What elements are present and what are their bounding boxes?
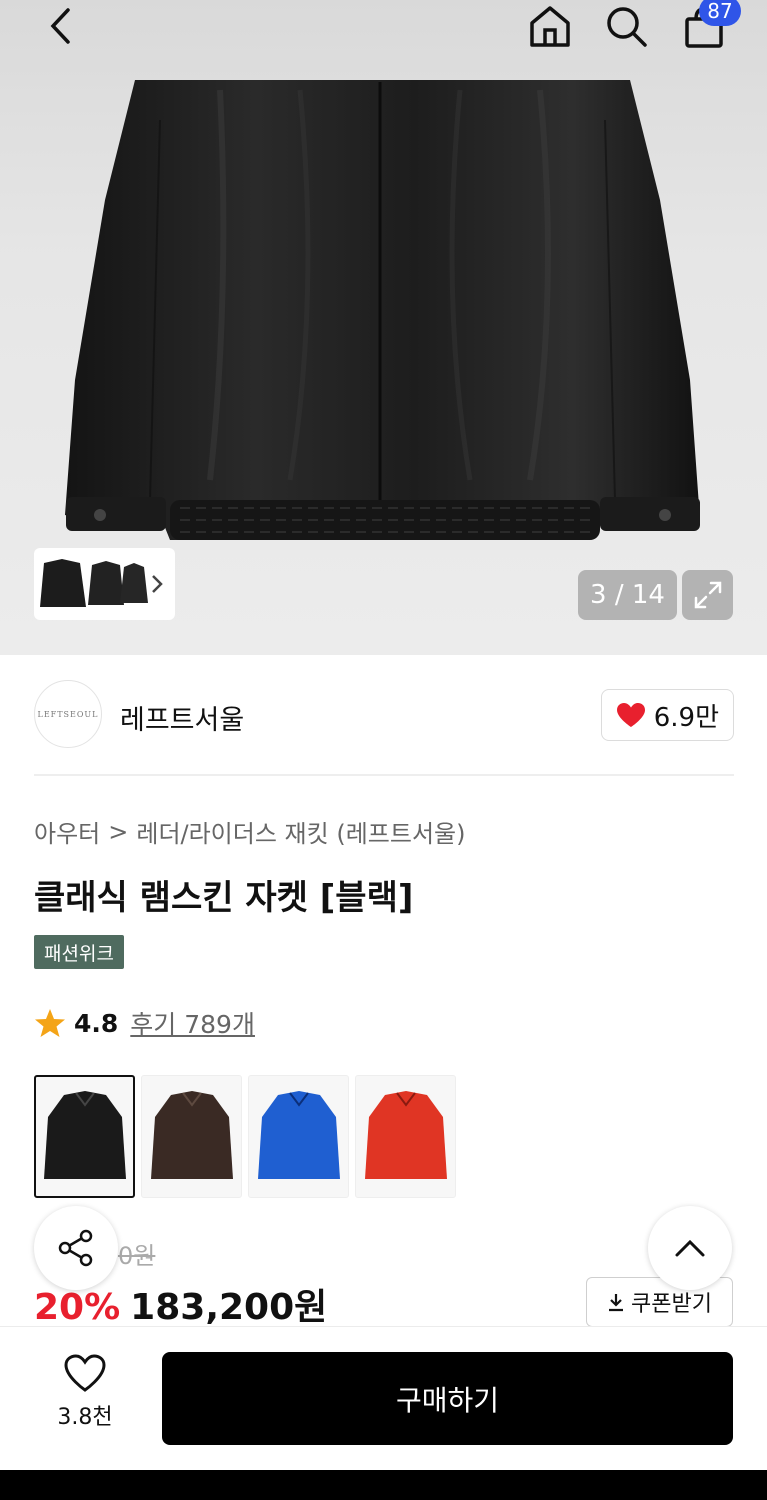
breadcrumb-category[interactable]: 아우터 xyxy=(34,814,100,849)
product-title: 클래식 램스킨 자켓 [블랙] xyxy=(34,878,414,918)
swatch-blue[interactable] xyxy=(248,1075,349,1198)
jacket-brown-thumbnail xyxy=(150,1090,233,1179)
expand-icon xyxy=(694,581,721,609)
rating-row: 4.8 후기 789개 xyxy=(34,1005,255,1041)
bottom-action-bar: 3.8천 구매하기 xyxy=(0,1326,767,1470)
heart-filled-icon xyxy=(616,703,645,727)
jacket-black-thumbnail xyxy=(43,1090,126,1179)
share-icon xyxy=(58,1229,93,1267)
discount-rate: 20% xyxy=(34,1287,121,1328)
chevron-left-icon xyxy=(50,8,70,44)
review-count-link[interactable]: 후기 789개 xyxy=(130,1005,255,1041)
brand-name[interactable]: 레프트서울 xyxy=(120,698,244,737)
brand-like-count: 6.9만 xyxy=(653,702,719,733)
breadcrumb-subcategory[interactable]: 레더/라이더스 재킷 (레프트서울) xyxy=(136,814,465,849)
cart-count-badge: 87 xyxy=(699,0,741,26)
back-button[interactable] xyxy=(40,4,80,48)
sale-price: 183,200원 xyxy=(130,1287,328,1328)
download-icon xyxy=(609,1294,624,1312)
swatch-black[interactable] xyxy=(34,1075,135,1198)
original-price: 0원 xyxy=(118,1242,156,1270)
wishlist-button[interactable]: 3.8천 xyxy=(40,1353,130,1443)
swatch-red[interactable] xyxy=(355,1075,456,1198)
brand-row: LEFTSEOUL 레프트서울 6.9만 xyxy=(34,680,734,750)
rating-score: 4.8 xyxy=(74,1008,119,1038)
color-swatches xyxy=(34,1075,456,1198)
chevron-up-icon xyxy=(675,1239,705,1257)
breadcrumb: 아우터 > 레더/라이더스 재킷 (레프트서울) xyxy=(34,814,465,849)
product-image-gallery[interactable]: 87 3 / 14 xyxy=(0,0,767,655)
heart-outline-icon xyxy=(64,1354,106,1392)
jacket-blue-thumbnail xyxy=(257,1090,340,1179)
product-page: 87 3 / 14 LEFTSEOUL 레프트서울 6.9만 아우터 > 레더/… xyxy=(0,0,767,1500)
top-navigation-bar: 87 xyxy=(0,0,767,60)
brand-logo[interactable]: LEFTSEOUL xyxy=(34,680,102,748)
gallery-thumbnail-strip[interactable] xyxy=(34,548,175,620)
fashion-week-badge: 패션위크 xyxy=(34,935,124,969)
coupon-label: 쿠폰받기 xyxy=(631,1292,712,1317)
home-icon xyxy=(530,6,570,47)
breadcrumb-separator: > xyxy=(108,817,129,846)
star-icon xyxy=(35,1009,65,1037)
wishlist-count: 3.8천 xyxy=(57,1405,113,1430)
jacket-red-thumbnail xyxy=(364,1090,447,1179)
search-button[interactable] xyxy=(600,0,652,52)
home-button[interactable] xyxy=(524,0,576,52)
scroll-to-top-button[interactable] xyxy=(648,1206,732,1290)
image-counter: 3 / 14 xyxy=(578,570,677,620)
swatch-brown[interactable] xyxy=(141,1075,242,1198)
share-button[interactable] xyxy=(34,1206,118,1290)
search-icon xyxy=(607,7,647,47)
buy-button[interactable]: 구매하기 xyxy=(162,1352,733,1445)
system-navigation-bar xyxy=(0,1470,767,1500)
jacket-thumbnail xyxy=(40,559,148,607)
brand-like-button[interactable]: 6.9만 xyxy=(600,689,734,741)
divider xyxy=(34,774,734,776)
coupon-button[interactable]: 쿠폰받기 xyxy=(586,1277,733,1327)
expand-button[interactable] xyxy=(682,570,733,620)
chevron-right-icon xyxy=(152,575,163,593)
